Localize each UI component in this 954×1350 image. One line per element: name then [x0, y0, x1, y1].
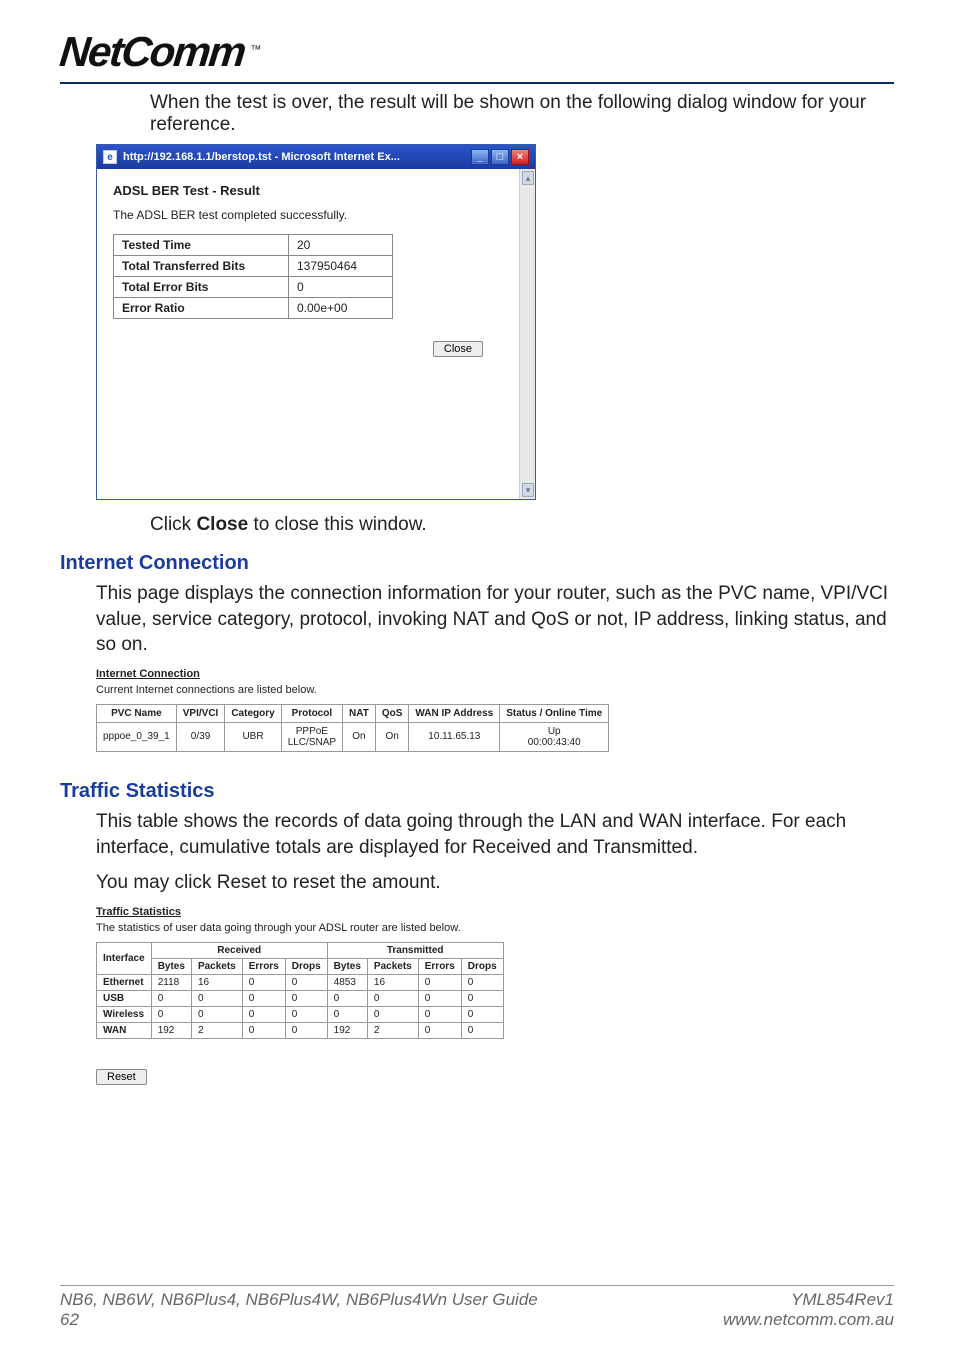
click-close-text: Click Close to close this window.	[150, 514, 894, 536]
ber-result-title: ADSL BER Test - Result	[113, 183, 503, 198]
reset-button[interactable]: Reset	[96, 1069, 147, 1085]
footer-revision: YML854Rev1	[723, 1290, 894, 1310]
ie-icon: e	[103, 150, 117, 164]
traffic-subdesc: The statistics of user data going throug…	[96, 922, 894, 934]
footer-guide-title: NB6, NB6W, NB6Plus4, NB6Plus4W, NB6Plus4…	[60, 1290, 538, 1310]
minimize-button[interactable]: _	[471, 149, 489, 165]
intro-text: When the test is over, the result will b…	[150, 92, 894, 136]
traffic-statistics-table: Interface Received Transmitted Bytes Pac…	[96, 942, 504, 1039]
table-row: Error Ratio0.00e+00	[114, 298, 393, 319]
page-footer: NB6, NB6W, NB6Plus4, NB6Plus4W, NB6Plus4…	[60, 1285, 894, 1330]
table-row: Ethernet2118160048531600	[97, 974, 504, 990]
traffic-desc-2: You may click Reset to reset the amount.	[96, 870, 894, 896]
page-header: NetComm ™	[60, 28, 894, 84]
window-titlebar[interactable]: e http://192.168.1.1/berstop.tst - Micro…	[97, 145, 535, 169]
traffic-subtitle: Traffic Statistics	[96, 906, 894, 918]
footer-url: www.netcomm.com.au	[723, 1310, 894, 1330]
trademark-symbol: ™	[250, 44, 261, 56]
scroll-down-icon[interactable]: ▾	[522, 483, 534, 497]
internet-connection-heading: Internet Connection	[60, 552, 894, 575]
table-row: USB00000000	[97, 990, 504, 1006]
ber-result-message: The ADSL BER test completed successfully…	[113, 208, 503, 222]
scrollbar[interactable]: ▴ ▾	[519, 169, 535, 499]
table-row: Total Error Bits0	[114, 277, 393, 298]
table-row: WAN192200192200	[97, 1022, 504, 1038]
table-row: Total Transferred Bits137950464	[114, 256, 393, 277]
internet-connection-table: PVC Name VPI/VCI Category Protocol NAT Q…	[96, 704, 609, 752]
table-row: Tested Time20	[114, 235, 393, 256]
brand-logo: NetComm	[57, 28, 246, 76]
internet-connection-subdesc: Current Internet connections are listed …	[96, 684, 894, 696]
ber-result-table: Tested Time20 Total Transferred Bits1379…	[113, 234, 393, 319]
window-title: http://192.168.1.1/berstop.tst - Microso…	[123, 151, 400, 163]
close-button[interactable]: Close	[433, 341, 483, 357]
page-number: 62	[60, 1310, 538, 1330]
scroll-up-icon[interactable]: ▴	[522, 171, 534, 185]
traffic-desc-1: This table shows the records of data goi…	[96, 809, 894, 860]
internet-connection-subtitle: Internet Connection	[96, 668, 894, 680]
internet-connection-desc: This page displays the connection inform…	[96, 581, 894, 658]
traffic-statistics-heading: Traffic Statistics	[60, 780, 894, 803]
table-row: pppoe_0_39_1 0/39 UBR PPPoELLC/SNAP On O…	[97, 722, 609, 751]
maximize-button[interactable]: □	[491, 149, 509, 165]
ber-result-window: e http://192.168.1.1/berstop.tst - Micro…	[96, 144, 536, 500]
close-icon[interactable]: ×	[511, 149, 529, 165]
table-row: Wireless00000000	[97, 1006, 504, 1022]
